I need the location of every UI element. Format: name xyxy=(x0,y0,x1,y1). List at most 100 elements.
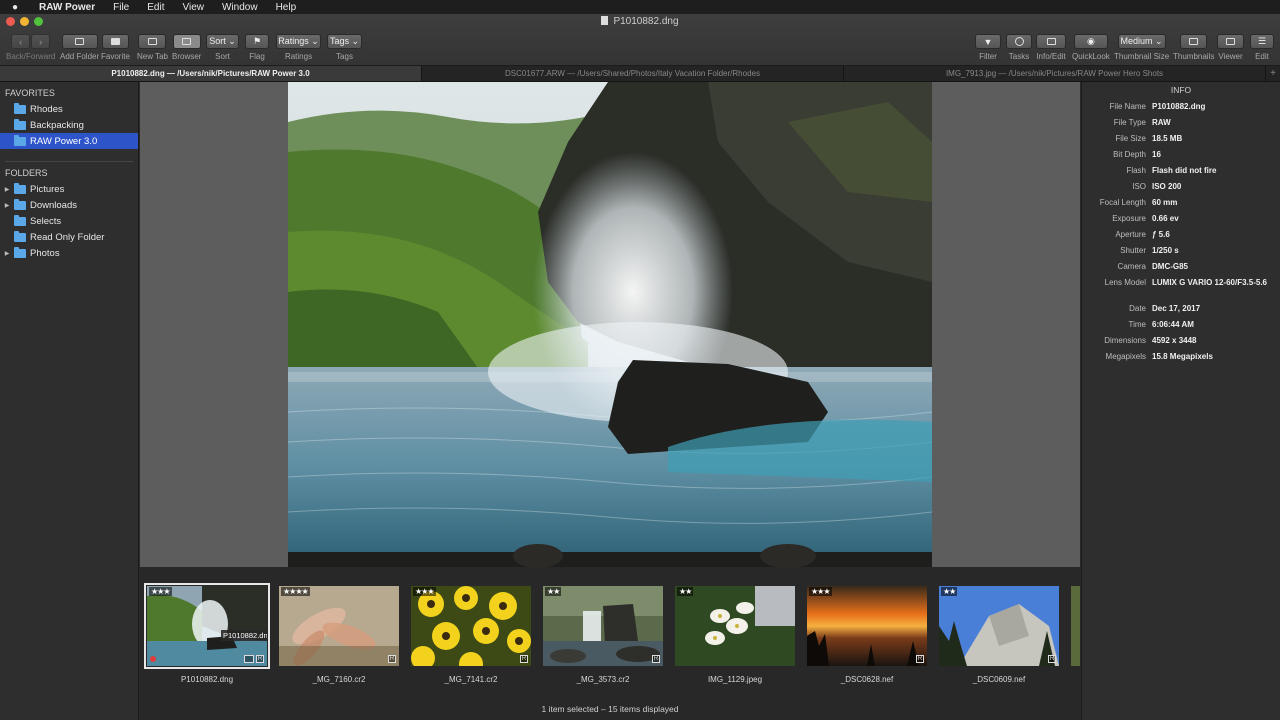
sidebar-item-read-only[interactable]: Read Only Folder xyxy=(0,229,138,245)
info-row: Dimensions 4592 x 3448 xyxy=(1082,332,1280,348)
viewer-button[interactable] xyxy=(1217,34,1244,49)
eye-icon: ◉ xyxy=(1086,36,1095,46)
sidebar-item-rhodes[interactable]: Rhodes xyxy=(0,101,138,117)
thumbnails-button[interactable] xyxy=(1180,34,1208,49)
add-tab-button[interactable]: + xyxy=(1266,66,1280,81)
tab-p1010882[interactable]: P1010882.dng — /Users/nik/Pictures/RAW P… xyxy=(0,66,422,81)
menu-help[interactable]: Help xyxy=(267,2,306,13)
browser-button[interactable] xyxy=(172,34,201,49)
sidebar-item-photos[interactable]: ▶ Photos xyxy=(0,245,138,261)
disclosure-triangle-icon[interactable]: ▶ xyxy=(0,186,14,193)
thumbnail[interactable]: ★★★★ R xyxy=(279,586,399,666)
sidebar-item-label: Pictures xyxy=(30,183,65,195)
main-photo[interactable] xyxy=(288,82,932,567)
folder-icon xyxy=(14,102,26,114)
info-value: ƒ 5.6 xyxy=(1152,229,1170,239)
info-value: Dec 17, 2017 xyxy=(1152,303,1201,313)
thumbnail-size-dropdown[interactable]: Medium ⌄ xyxy=(1117,34,1166,49)
folder-icon xyxy=(14,182,26,194)
disclosure-triangle-icon[interactable]: ▶ xyxy=(0,250,14,257)
thumbnail[interactable]: ★★★ R xyxy=(807,586,927,666)
sidebar-item-downloads[interactable]: ▶ Downloads xyxy=(0,197,138,213)
quicklook-button[interactable]: ◉ xyxy=(1073,34,1108,49)
info-row: Flash Flash did not fire xyxy=(1082,162,1280,178)
menu-app[interactable]: RAW Power xyxy=(30,2,104,13)
info-value: Flash did not fire xyxy=(1152,165,1217,175)
menu-edit[interactable]: Edit xyxy=(138,2,173,13)
tab-img7913[interactable]: IMG_7913.jpg — /Users/nik/Pictures/RAW P… xyxy=(844,66,1266,81)
forward-button[interactable]: › xyxy=(31,34,51,49)
tags-dropdown[interactable]: Tags ⌄ xyxy=(327,34,362,49)
info-value: 0.66 ev xyxy=(1152,213,1179,223)
ratings-dropdown[interactable]: Ratings ⌄ xyxy=(276,34,321,49)
thumbnail[interactable]: ★★★ R xyxy=(411,586,531,666)
flag-button[interactable]: ⚑ xyxy=(245,34,269,49)
new-tab-label: New Tab xyxy=(137,52,168,61)
thumbnail[interactable]: ★★ xyxy=(675,586,795,666)
menu-file[interactable]: File xyxy=(104,2,138,13)
filter-group: ▼ Filter xyxy=(975,34,1001,61)
sidebar-item-pictures[interactable]: ▶ Pictures xyxy=(0,181,138,197)
thumbnail-name: _DSC0609.nef xyxy=(972,675,1026,684)
tab-bar: P1010882.dng — /Users/nik/Pictures/RAW P… xyxy=(0,66,1280,82)
info-key: Shutter xyxy=(1120,245,1146,255)
thumbnail-name: P1010882.dng xyxy=(180,675,234,684)
tab-dsc01677[interactable]: DSC01677.ARW — /Users/Shared/Photos/Ital… xyxy=(422,66,844,81)
tasks-button[interactable] xyxy=(1006,34,1032,49)
thumbnail-size-label: Thumbnail Size xyxy=(1114,52,1170,61)
thumbnail[interactable]: ★★★ P1010882.dng R xyxy=(144,583,270,669)
sidebar-item-label: Downloads xyxy=(30,199,77,211)
info-value: RAW xyxy=(1152,117,1171,127)
info-row: Camera DMC-G85 xyxy=(1082,258,1280,274)
viewer-label: Viewer xyxy=(1218,52,1243,61)
edit-button[interactable]: ☰ xyxy=(1250,34,1274,49)
image-viewer[interactable] xyxy=(140,82,1080,567)
disclosure-triangle-icon[interactable]: ▶ xyxy=(0,202,14,209)
info-gap xyxy=(1082,290,1280,300)
info-edit-group: Info/Edit xyxy=(1036,34,1066,61)
rating-stars: ★★★ xyxy=(149,587,172,596)
tags-label: Tags xyxy=(336,52,353,61)
sidebar-item-backpacking[interactable]: Backpacking xyxy=(0,117,138,133)
sidebar: FAVORITES Rhodes Backpacking RAW Power 3… xyxy=(0,82,139,720)
thumbnail[interactable]: ★★ R xyxy=(543,586,663,666)
viewer-group: Viewer xyxy=(1217,34,1244,61)
info-key: Time xyxy=(1128,319,1146,329)
info-edit-button[interactable] xyxy=(1036,34,1066,49)
sidebar-item-raw-power[interactable]: RAW Power 3.0 xyxy=(0,133,138,149)
add-folder-group: Add Folder xyxy=(60,34,99,61)
back-button[interactable]: ‹ xyxy=(11,34,31,49)
apple-menu-icon[interactable]: ● xyxy=(0,2,30,13)
edit-label: Edit xyxy=(1255,52,1269,61)
filter-button[interactable]: ▼ xyxy=(975,34,1001,49)
thumbnails-group: Thumbnails xyxy=(1173,34,1214,61)
info-key: File Size xyxy=(1115,133,1146,143)
info-value: 6:06:44 AM xyxy=(1152,319,1194,329)
info-edit-icon xyxy=(1046,38,1056,45)
sidebar-item-selects[interactable]: Selects xyxy=(0,213,138,229)
menu-view[interactable]: View xyxy=(173,2,213,13)
favorite-button[interactable] xyxy=(101,34,129,49)
info-value: 1/250 s xyxy=(1152,245,1179,255)
edit-group: ☰ Edit xyxy=(1250,34,1274,61)
info-row: Date Dec 17, 2017 xyxy=(1082,300,1280,316)
info-row: Time 6:06:44 AM xyxy=(1082,316,1280,332)
new-tab-button[interactable] xyxy=(138,34,167,49)
add-folder-label: Add Folder xyxy=(60,52,100,61)
quicklook-group: ◉ QuickLook xyxy=(1072,34,1110,61)
info-key: Camera xyxy=(1117,261,1146,271)
info-key: File Type xyxy=(1113,117,1146,127)
rating-stars: ★★ xyxy=(545,587,562,596)
thumbnail-partial[interactable] xyxy=(1071,586,1080,666)
info-value: 16 xyxy=(1152,149,1161,159)
folder-icon xyxy=(14,230,26,242)
sort-dropdown[interactable]: Sort ⌄ xyxy=(206,34,239,49)
sidebar-item-label: Rhodes xyxy=(30,103,63,115)
thumbnail-size-group: Medium ⌄ Thumbnail Size xyxy=(1114,34,1169,61)
raw-badge-icon: R xyxy=(388,655,396,663)
menu-window[interactable]: Window xyxy=(213,2,267,13)
thumbnail[interactable]: ★★ R xyxy=(939,586,1059,666)
add-folder-button[interactable] xyxy=(61,34,98,49)
new-tab-icon xyxy=(147,38,157,45)
info-title: INFO xyxy=(1170,85,1192,95)
